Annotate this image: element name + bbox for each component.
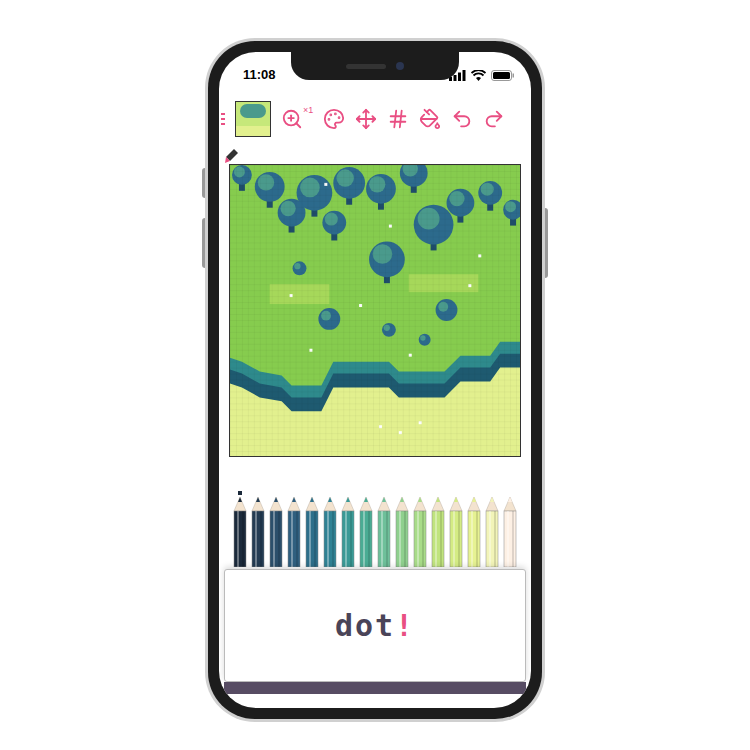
- palette-pencil[interactable]: [232, 491, 248, 567]
- logo-panel: dot!: [224, 569, 526, 682]
- pixel-art-canvas[interactable]: [229, 164, 521, 457]
- undo-icon[interactable]: [451, 108, 473, 130]
- palette-pencil[interactable]: [376, 491, 392, 567]
- bottom-bar: [224, 682, 526, 694]
- palette-pencil[interactable]: [466, 491, 482, 567]
- palette-pencil[interactable]: [286, 491, 302, 567]
- palette-pencil[interactable]: [412, 491, 428, 567]
- zoom-level: ×1: [303, 106, 313, 115]
- pen-icon[interactable]: [225, 148, 239, 164]
- palette-pencil[interactable]: [268, 491, 284, 567]
- battery-icon: [491, 70, 515, 81]
- palette-icon[interactable]: [323, 108, 345, 130]
- notch: [291, 52, 459, 80]
- logo: dot!: [335, 611, 415, 641]
- palette-pencil[interactable]: [448, 491, 464, 567]
- palette-pencil[interactable]: [358, 491, 374, 567]
- palette-pencil[interactable]: [322, 491, 338, 567]
- palette-pencil[interactable]: [484, 491, 500, 567]
- palette-pencil[interactable]: [394, 491, 410, 567]
- menu-icon[interactable]: [221, 112, 225, 126]
- palette-pencil[interactable]: [502, 491, 518, 567]
- palette-pencil[interactable]: [340, 491, 356, 567]
- toolbar: ×1: [219, 96, 531, 142]
- thumbnail[interactable]: [235, 101, 271, 137]
- move-icon[interactable]: [355, 108, 377, 130]
- palette-pencil[interactable]: [430, 491, 446, 567]
- grid-icon[interactable]: [387, 108, 409, 130]
- wifi-icon: [471, 70, 486, 81]
- screen: 11:08 ×1 dot!: [219, 52, 531, 708]
- palette-pencil[interactable]: [304, 491, 320, 567]
- zoom-icon[interactable]: [281, 108, 303, 130]
- palette-pencil[interactable]: [250, 491, 266, 567]
- phone-frame: 11:08 ×1 dot!: [205, 38, 545, 722]
- page: 11:08 ×1 dot!: [0, 0, 750, 750]
- pencil-palette: [219, 491, 531, 567]
- redo-icon[interactable]: [483, 108, 505, 130]
- bucket-icon[interactable]: [419, 108, 441, 130]
- status-time: 11:08: [243, 65, 276, 85]
